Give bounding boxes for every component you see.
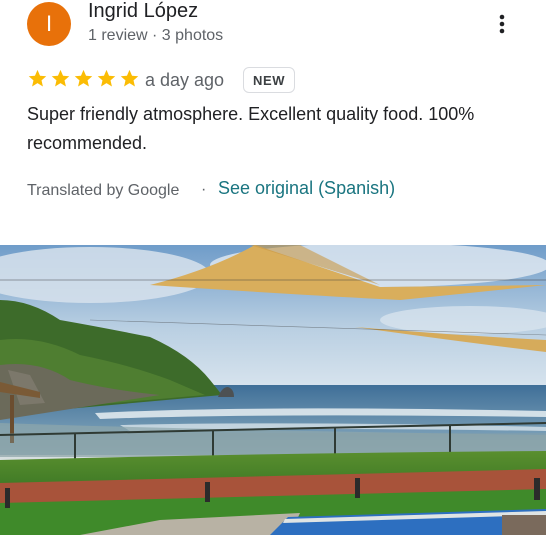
reviewer-meta: 1 review · 3 photos	[88, 27, 224, 44]
star-icon	[28, 69, 47, 87]
see-original-link[interactable]: See original (Spanish)	[218, 178, 395, 199]
review-text: Super friendly atmosphere. Excellent qua…	[27, 104, 475, 153]
beach-photo-illustration	[0, 245, 546, 535]
more-options-button[interactable]	[488, 10, 516, 38]
star-rating	[27, 68, 140, 89]
avatar-initial: I	[45, 11, 53, 36]
avatar[interactable]: I	[27, 2, 71, 46]
translated-by-label: Translated by Google	[27, 182, 180, 199]
star-icon	[74, 69, 93, 87]
more-vert-icon	[499, 14, 505, 34]
reviewer-name[interactable]: Ingrid López	[88, 0, 198, 23]
star-icon	[120, 69, 139, 87]
separator-dot: ·	[201, 181, 207, 198]
star-icon	[97, 69, 116, 87]
new-badge: NEW	[243, 67, 296, 93]
review-time: a day ago	[145, 70, 225, 90]
review-photo[interactable]	[0, 245, 546, 535]
star-icon	[51, 69, 70, 87]
